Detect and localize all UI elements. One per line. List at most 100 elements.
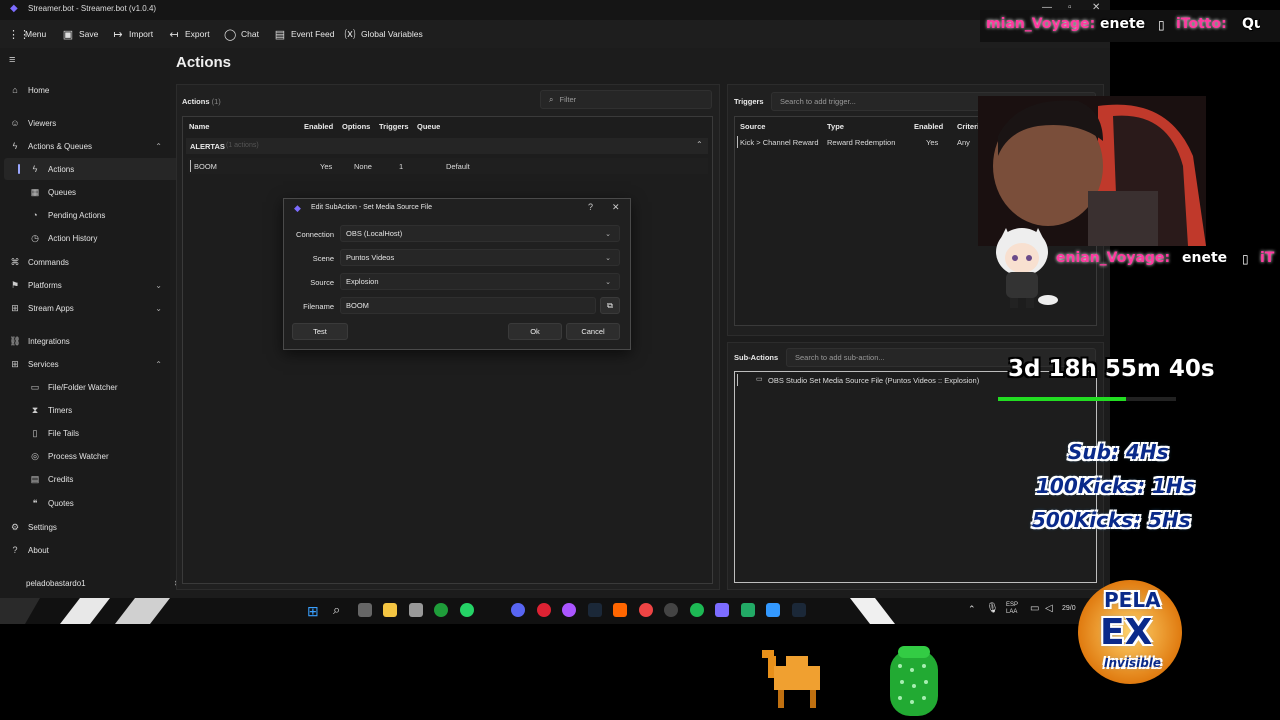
sidebar-item-commands[interactable]: ⌘ Commands bbox=[0, 251, 174, 273]
sidebar-item-pending-actions[interactable]: ◔ Pending Actions bbox=[0, 204, 194, 226]
sidebar-item-credits[interactable]: ▤ Credits bbox=[0, 468, 194, 490]
app-icon[interactable] bbox=[741, 603, 755, 617]
close-icon[interactable]: ✕ bbox=[612, 202, 620, 213]
help-button[interactable]: ? bbox=[588, 202, 593, 212]
column-header-trigger-enabled[interactable]: Enabled bbox=[914, 122, 943, 131]
tray-chevron-icon[interactable]: ⌃ bbox=[968, 604, 976, 615]
sidebar-item-timers[interactable]: ⧗ Timers bbox=[0, 399, 194, 421]
sidebar-item-platforms[interactable]: ⚑ Platforms ⌄ bbox=[0, 274, 174, 296]
volume-icon[interactable]: ◁ bbox=[1045, 603, 1053, 614]
app-icon[interactable] bbox=[409, 603, 423, 617]
column-header-source[interactable]: Source bbox=[740, 122, 765, 131]
sidebar-item-queues[interactable]: ▦ Queues bbox=[0, 181, 194, 203]
credits-icon: ▤ bbox=[30, 473, 40, 484]
search-icon[interactable]: ⌕ bbox=[333, 602, 340, 618]
menu-button[interactable]: ⋮⋮ Menu bbox=[8, 26, 46, 42]
column-header-triggers[interactable]: Triggers bbox=[379, 122, 409, 131]
windows-start-icon[interactable]: ⊞ bbox=[307, 603, 319, 620]
sidebar-item-stream-apps[interactable]: ⊞ Stream Apps ⌄ bbox=[0, 297, 174, 319]
global-variables-button[interactable]: ⒳ Global Variables bbox=[344, 26, 423, 42]
sidebar-item-services[interactable]: ⊞ Services ⌃ bbox=[0, 353, 174, 375]
sidebar-item-file-folder-watcher[interactable]: ▭ File/Folder Watcher bbox=[0, 376, 194, 398]
event-feed-icon: ▤ bbox=[274, 28, 286, 41]
trigger-enabled[interactable]: Yes bbox=[926, 138, 938, 147]
sidebar-item-label: Integrations bbox=[28, 336, 70, 346]
scene-select[interactable]: Puntos Videos ⌄ bbox=[340, 249, 620, 266]
dialog-title: Edit SubAction - Set Media Source File bbox=[311, 204, 433, 211]
column-header-type[interactable]: Type bbox=[827, 122, 844, 131]
discord-icon[interactable] bbox=[511, 603, 525, 617]
sidebar-item-home[interactable]: ⌂ Home bbox=[0, 79, 174, 101]
app-icon[interactable] bbox=[537, 603, 551, 617]
chevron-up-icon[interactable]: ⌃ bbox=[696, 140, 703, 149]
sidebar-item-viewers[interactable]: ☺ Viewers bbox=[0, 112, 174, 134]
streamerbot-icon[interactable] bbox=[715, 603, 729, 617]
chat-button[interactable]: ◯ Chat bbox=[224, 26, 259, 42]
language-indicator[interactable]: ESP LAA bbox=[1006, 602, 1018, 616]
sidebar-item-label: Queues bbox=[48, 187, 77, 197]
username: peladobastardo1 bbox=[26, 578, 86, 588]
trigger-criteria[interactable]: Any bbox=[957, 138, 970, 147]
chat-badge-icon: ▯ bbox=[1158, 18, 1165, 32]
spotify-icon[interactable] bbox=[690, 603, 704, 617]
sidebar-item-label: File Tails bbox=[48, 428, 79, 438]
chevron-up-icon: ⌃ bbox=[155, 359, 162, 369]
group-row-alertas[interactable] bbox=[186, 138, 708, 154]
test-button[interactable]: Test bbox=[292, 323, 348, 340]
obs-icon[interactable] bbox=[664, 603, 678, 617]
lightning-icon: ϟ bbox=[12, 141, 18, 151]
steam-icon[interactable] bbox=[588, 603, 602, 617]
xbox-icon[interactable] bbox=[434, 603, 448, 617]
action-triggers: 1 bbox=[399, 162, 404, 171]
app-icon[interactable] bbox=[639, 603, 653, 617]
app-icon[interactable] bbox=[562, 603, 576, 617]
sidebar-item-action-history[interactable]: ◷ Action History bbox=[0, 227, 194, 249]
services-icon: ⊞ bbox=[11, 358, 19, 369]
source-select[interactable]: Explosion ⌄ bbox=[340, 273, 620, 290]
sidebar-item-process-watcher[interactable]: ◎ Process Watcher bbox=[0, 445, 194, 467]
event-feed-button[interactable]: ▤ Event Feed bbox=[274, 26, 335, 42]
connection-select[interactable]: OBS (LocalHost) ⌄ bbox=[340, 225, 620, 242]
save-button[interactable]: ▣ Save bbox=[62, 26, 99, 42]
export-button[interactable]: ↤ Export bbox=[168, 26, 209, 42]
network-icon[interactable]: ▭ bbox=[1030, 603, 1039, 614]
trigger-source[interactable]: Kick > Channel Reward bbox=[740, 138, 822, 147]
import-icon: ↦ bbox=[113, 28, 123, 41]
browse-file-button[interactable]: ⧉ bbox=[600, 297, 620, 314]
ok-button[interactable]: Ok bbox=[508, 323, 562, 340]
column-header-options[interactable]: Options bbox=[342, 122, 370, 131]
sidebar-item-about[interactable]: ? About bbox=[0, 539, 174, 561]
task-view-icon[interactable] bbox=[358, 603, 372, 617]
steam-icon[interactable] bbox=[792, 603, 806, 617]
platforms-icon: ⚑ bbox=[10, 279, 20, 290]
microphone-icon[interactable]: 🎙 bbox=[986, 603, 999, 614]
hamburger-icon[interactable]: ≡ bbox=[9, 54, 15, 66]
subaction-item[interactable]: OBS Studio Set Media Source File (Puntos… bbox=[768, 376, 979, 385]
trigger-type[interactable]: Reward Redemption bbox=[827, 138, 895, 147]
sidebar-item-label: Process Watcher bbox=[48, 451, 109, 461]
app-icon[interactable] bbox=[766, 603, 780, 617]
sidebar-item-quotes[interactable]: ❝ Quotes bbox=[0, 492, 194, 514]
actions-filter-input[interactable]: ⌕ Filter bbox=[540, 90, 712, 109]
sidebar-item-actions[interactable]: ϟ Actions bbox=[4, 158, 188, 180]
brave-icon[interactable] bbox=[613, 603, 627, 617]
column-header-enabled[interactable]: Enabled bbox=[304, 122, 333, 131]
import-button[interactable]: ↦ Import bbox=[112, 26, 153, 42]
action-options: None bbox=[354, 162, 372, 171]
file-explorer-icon[interactable] bbox=[383, 603, 397, 617]
user-selector[interactable]: peladobastardo1⇕ bbox=[0, 572, 192, 594]
chat-icon: ◯ bbox=[224, 28, 237, 41]
sidebar-item-settings[interactable]: ⚙ Settings bbox=[0, 516, 174, 538]
filename-input[interactable]: BOOM bbox=[340, 297, 596, 314]
sidebar-item-integrations[interactable]: ⛓ Integrations bbox=[0, 330, 174, 352]
viewers-icon: ☺ bbox=[10, 118, 20, 128]
sidebar-item-actions-queues[interactable]: ϟ Actions & Queues ⌃ bbox=[0, 135, 174, 157]
goal-sub: Sub: 4Hs bbox=[1068, 440, 1169, 464]
cancel-button[interactable]: Cancel bbox=[566, 323, 620, 340]
chat-username: iTotto: bbox=[1176, 16, 1227, 32]
sidebar-item-label: Commands bbox=[28, 257, 69, 267]
column-header-name[interactable]: Name bbox=[189, 122, 209, 131]
sidebar-item-file-tails[interactable]: ▯ File Tails bbox=[0, 422, 194, 444]
column-header-queue[interactable]: Queue bbox=[417, 122, 440, 131]
whatsapp-icon[interactable] bbox=[460, 603, 474, 617]
